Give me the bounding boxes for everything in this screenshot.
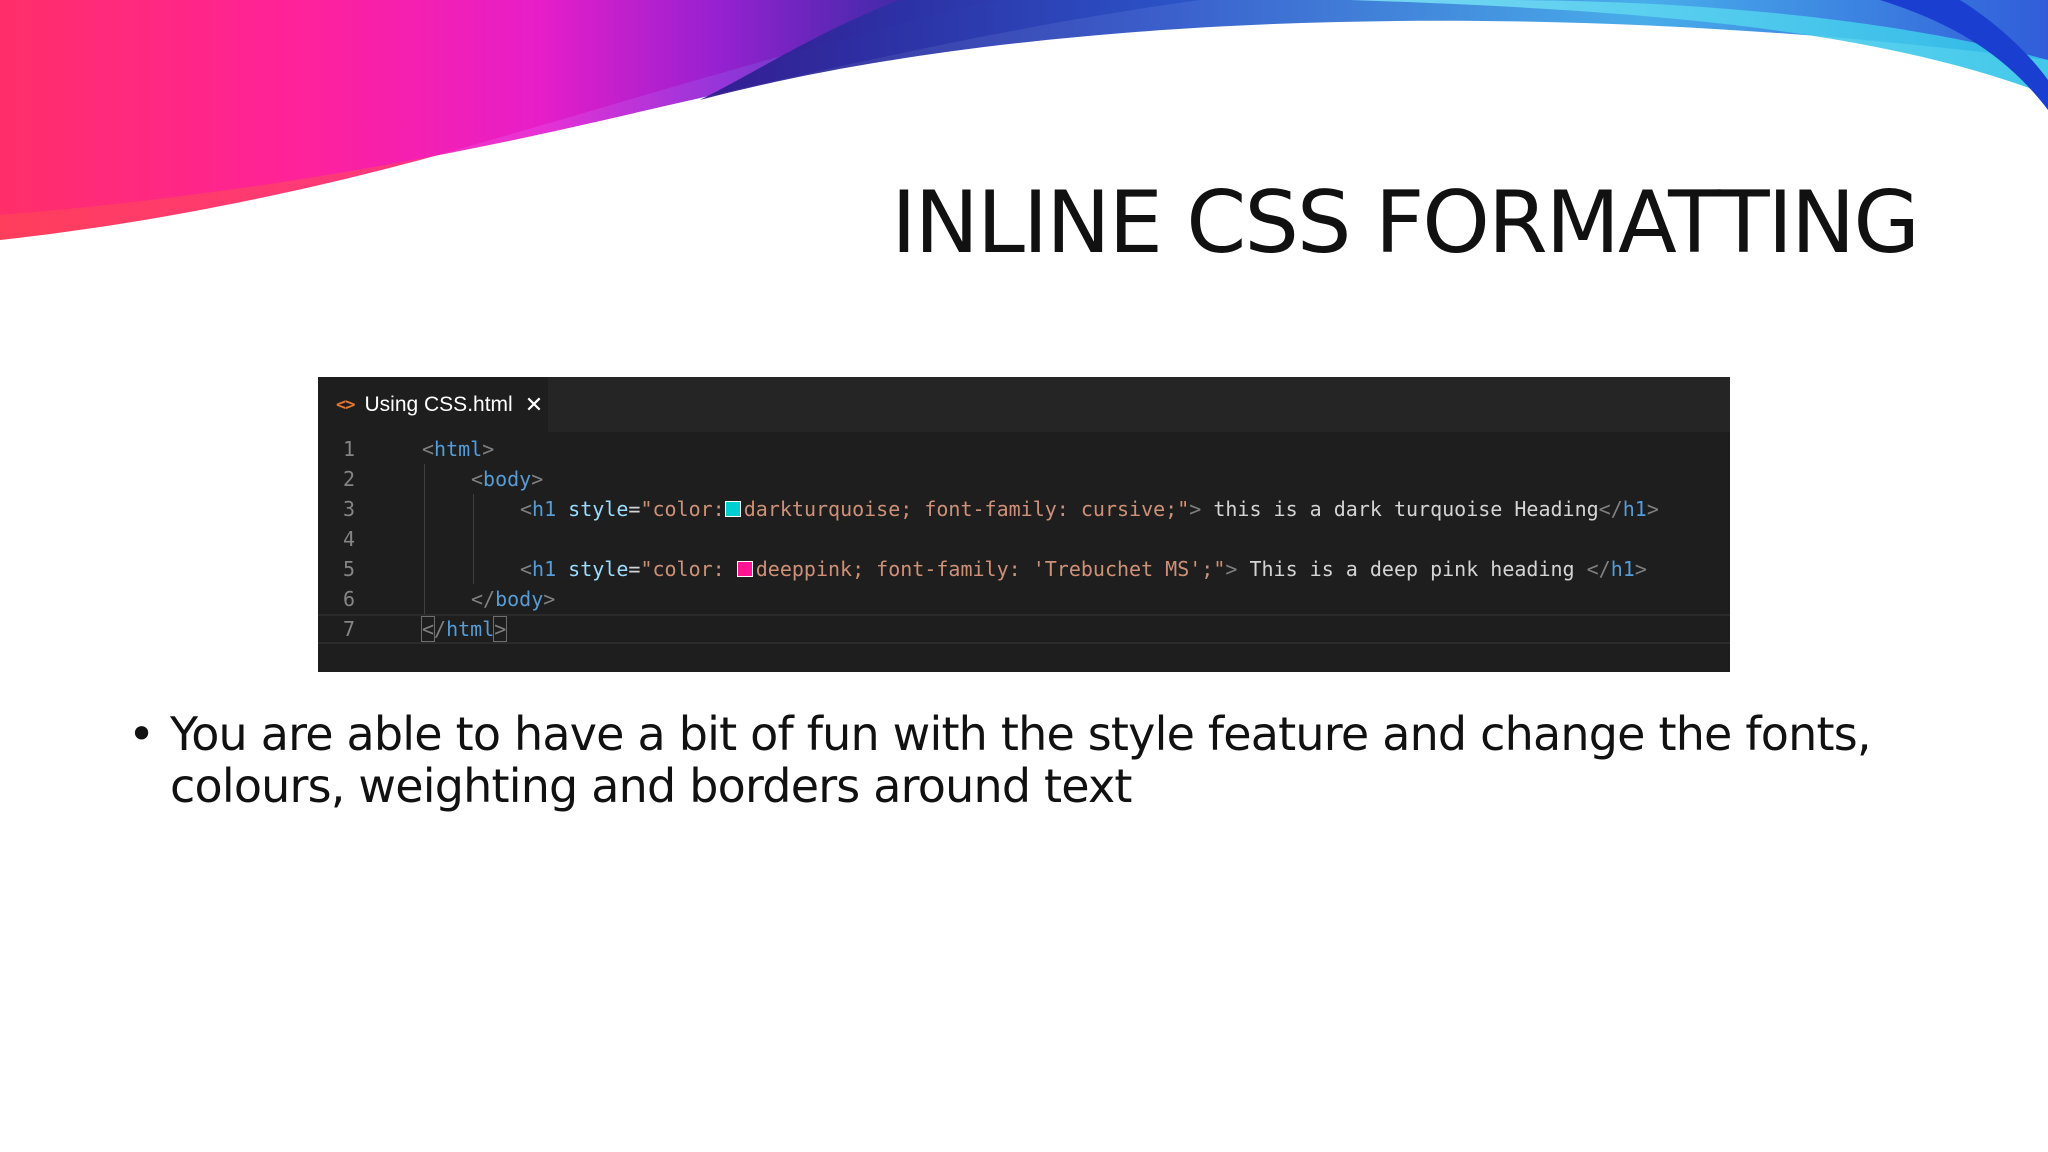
indent-guide xyxy=(473,494,474,584)
code-token: > xyxy=(493,616,508,642)
code-token: < xyxy=(422,437,435,461)
tab-title: Using CSS.html xyxy=(364,392,513,416)
color-swatch[interactable] xyxy=(736,561,753,577)
code-token: > xyxy=(543,587,556,611)
line-number: 7 xyxy=(342,617,356,641)
code-token: html xyxy=(434,437,483,461)
code-text: </body> xyxy=(471,584,555,614)
code-token: </ xyxy=(1586,557,1611,581)
code-token: > xyxy=(482,437,495,461)
code-token: > xyxy=(531,467,544,491)
line-number: 2 xyxy=(342,467,356,491)
code-line[interactable]: 4 xyxy=(318,524,1730,554)
code-token: </ xyxy=(1598,497,1623,521)
code-token: </ xyxy=(471,587,496,611)
code-token: body xyxy=(495,587,544,611)
code-token: > xyxy=(1189,497,1202,521)
code-token: < xyxy=(520,557,533,581)
slide-title: INLINE CSS FORMATTING xyxy=(891,173,1920,273)
code-token: < xyxy=(420,616,436,642)
code-token: h1 xyxy=(532,497,557,521)
line-number: 5 xyxy=(342,557,356,581)
code-token: / xyxy=(434,617,447,641)
code-line[interactable]: 7 </html> xyxy=(318,614,1730,644)
code-token: html xyxy=(446,617,495,641)
code-token: this is a dark turquoise Heading xyxy=(1201,497,1599,521)
code-text: </html> xyxy=(420,616,508,642)
code-token: h1 xyxy=(532,557,557,581)
code-token: < xyxy=(520,497,533,521)
code-token: darkturquoise; font-family: cursive;" xyxy=(743,497,1190,521)
code-line[interactable]: 6 </body> xyxy=(318,584,1730,614)
code-token: > xyxy=(1646,497,1659,521)
code-token: deeppink; font-family: 'Trebuchet MS';" xyxy=(755,557,1226,581)
html-file-icon: <> xyxy=(336,394,356,415)
code-text: <h1 style="color: darkturquoise; font-fam… xyxy=(520,494,1659,524)
line-number: 6 xyxy=(342,587,356,611)
code-text: <html> xyxy=(422,434,494,464)
code-editor-screenshot: <> Using CSS.html ✕ 1 <html> 2 <body> 3 <h1 s… xyxy=(318,377,1730,672)
code-token: = xyxy=(628,557,641,581)
code-token: This is a deep pink heading xyxy=(1237,557,1587,581)
line-number: 4 xyxy=(342,527,356,551)
code-text: <h1 style="color: deeppink; font-family:… xyxy=(520,554,1647,584)
code-line[interactable]: 3 <h1 style="color: darkturquoise; font-fa… xyxy=(318,494,1730,524)
editor-tab-bar: <> Using CSS.html ✕ xyxy=(318,377,1730,432)
code-token: h1 xyxy=(1622,497,1647,521)
code-token: < xyxy=(471,467,484,491)
code-token: style xyxy=(556,557,629,581)
bullet-mark: • xyxy=(128,707,155,761)
code-token: > xyxy=(1634,557,1647,581)
code-token: "color: xyxy=(640,497,725,521)
color-swatch[interactable] xyxy=(724,501,741,517)
code-token: body xyxy=(483,467,532,491)
code-token: h1 xyxy=(1610,557,1635,581)
line-number: 3 xyxy=(342,497,356,521)
close-icon[interactable]: ✕ xyxy=(525,392,543,418)
editor-tab[interactable]: <> Using CSS.html ✕ xyxy=(318,377,548,432)
bullet-text: You are able to have a bit of fun with t… xyxy=(170,707,1872,813)
line-number: 1 xyxy=(342,437,356,461)
code-text: <body> xyxy=(471,464,543,494)
indent-guide xyxy=(424,464,425,614)
code-token: = xyxy=(628,497,641,521)
code-token: > xyxy=(1225,557,1238,581)
code-line[interactable]: 5 <h1 style="color: deeppink; font-family… xyxy=(318,554,1730,584)
code-token: style xyxy=(556,497,629,521)
code-token: "color: xyxy=(640,557,737,581)
code-line[interactable]: 2 <body> xyxy=(318,464,1730,494)
code-line[interactable]: 1 <html> xyxy=(318,434,1730,464)
